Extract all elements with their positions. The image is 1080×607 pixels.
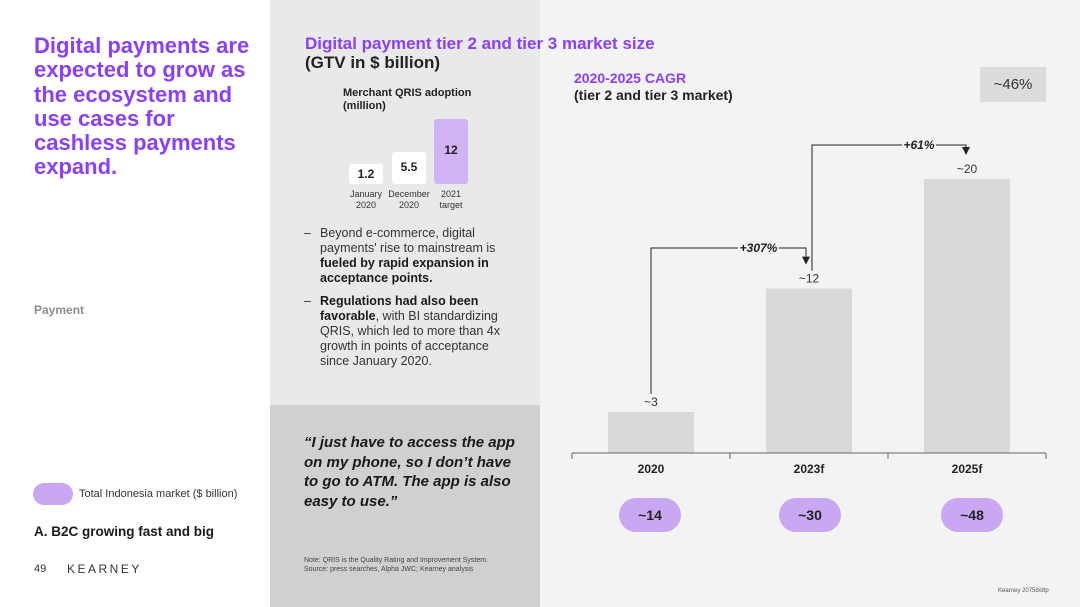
growth-2023-2025-label: +61% xyxy=(903,138,934,152)
chart-subtitle: (GTV in $ billion) xyxy=(305,53,441,72)
qris-value-2021-target: 12 xyxy=(434,119,468,184)
legend-swatch xyxy=(33,483,73,505)
growth-2023-2025-arrowhead xyxy=(962,147,970,155)
qris-value-jan-2020: 1.2 xyxy=(349,164,383,184)
brand-logo: KEARNEY xyxy=(67,562,142,576)
section-tag: Payment xyxy=(34,303,85,317)
total-pill-2025f: ~48 xyxy=(941,498,1003,532)
bar-value-label-2023f: ~12 xyxy=(799,272,820,286)
legend-label: Total Indonesia market ($ billion) xyxy=(79,488,238,500)
category-label-2025f: 2025f xyxy=(952,462,984,476)
commentary-bullets: – Beyond e-commerce, digital payments' ri… xyxy=(304,226,519,377)
qris-label-dec-2020: December 2020 xyxy=(388,189,430,210)
b2c-label: A. B2C growing fast and big xyxy=(34,524,215,539)
bar-2025f xyxy=(924,179,1010,453)
headline: Digital payments are expected to grow as… xyxy=(34,33,250,180)
category-label-2020: 2020 xyxy=(638,462,665,476)
bar-2020 xyxy=(608,411,694,453)
growth-2020-2023-arrowhead xyxy=(802,256,810,265)
customer-quote: “I just have to access the app on my pho… xyxy=(304,434,515,510)
bar-value-label-2020: ~3 xyxy=(644,395,658,409)
footer-id: Kearney 20758/dtp xyxy=(998,588,1049,594)
source-note: Note: QRIS is the Quality Rating and Imp… xyxy=(304,557,489,573)
bullet-regulations: – Regulations had also been favorable, wi… xyxy=(304,294,500,368)
qris-label-2021-target: 2021 target xyxy=(439,189,463,210)
qris-value-dec-2020: 5.5 xyxy=(392,152,426,184)
bar-value-label-2025f: ~20 xyxy=(957,162,978,176)
page-number: 49 xyxy=(34,563,47,575)
bullet-ecommerce: – Beyond e-commerce, digital payments' ri… xyxy=(304,226,496,285)
qris-label-jan-2020: January 2020 xyxy=(349,189,383,210)
total-pill-2023f: ~30 xyxy=(779,498,841,532)
growth-2020-2023-label: +307% xyxy=(740,241,778,255)
category-label-2023f: 2023f xyxy=(794,462,826,476)
bar-2023f xyxy=(766,288,852,453)
total-pill-2020: ~14 xyxy=(619,498,681,532)
qris-title: Merchant QRIS adoption (million) xyxy=(343,87,472,112)
